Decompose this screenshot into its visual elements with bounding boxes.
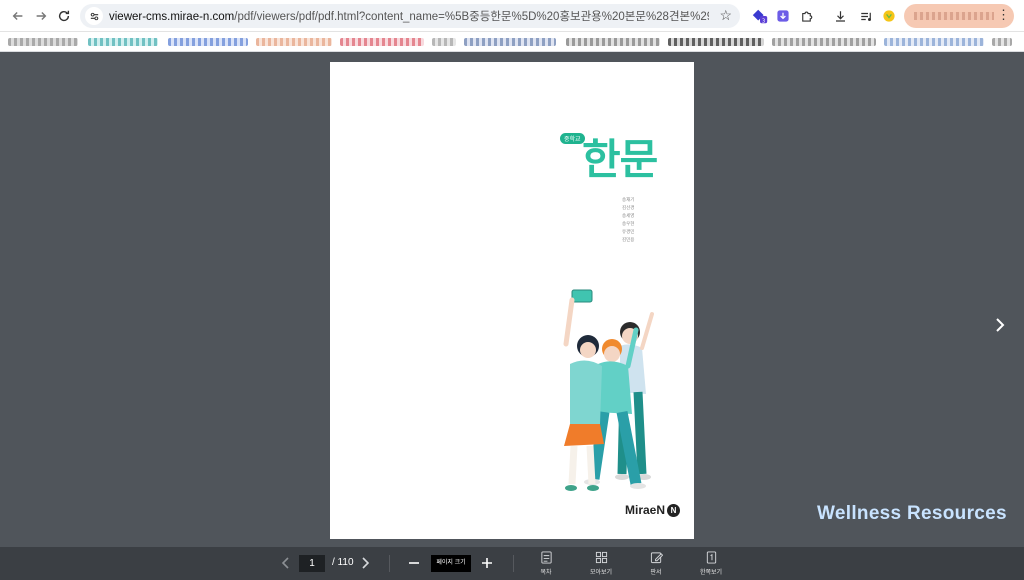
bookmark-item[interactable] bbox=[772, 38, 876, 46]
bookmark-item[interactable] bbox=[256, 38, 332, 46]
address-bar[interactable]: viewer-cms.mirae-n.com/pdf/viewers/pdf/p… bbox=[80, 4, 740, 28]
extension-yellow-icon[interactable] bbox=[879, 6, 899, 26]
back-arrow-icon[interactable] bbox=[8, 6, 28, 26]
media-controls-icon[interactable] bbox=[856, 6, 876, 26]
bookmark-item[interactable] bbox=[168, 38, 248, 46]
toc-label: 목차 bbox=[540, 570, 552, 576]
viewer-toolbar: 1 / 110 페이지 크기 목차 모아보기 판서 한쪽보기 bbox=[0, 547, 1024, 580]
site-settings-icon[interactable] bbox=[85, 7, 103, 25]
zoom-in-icon[interactable] bbox=[480, 556, 494, 570]
divider bbox=[513, 555, 514, 572]
publisher-name: MiraeN bbox=[625, 503, 666, 517]
author-name: 송우현 bbox=[622, 221, 635, 226]
cover-illustration bbox=[563, 289, 654, 491]
annotate-button[interactable]: 판서 bbox=[636, 551, 676, 576]
author-list: 송재기 김선경 송세영 송우현 유경민 김민용 bbox=[622, 196, 634, 244]
menu-dots-icon[interactable]: ⋮ bbox=[997, 7, 1010, 23]
bookmark-item[interactable] bbox=[992, 38, 1012, 46]
author-name: 김선경 bbox=[622, 205, 635, 210]
grid-icon bbox=[595, 551, 607, 564]
total-pages: / 110 bbox=[332, 557, 354, 568]
extension-download-icon[interactable] bbox=[773, 6, 793, 26]
single-page-label: 한쪽보기 bbox=[699, 570, 723, 576]
downloads-icon[interactable] bbox=[830, 6, 850, 26]
single-page-button[interactable]: 한쪽보기 bbox=[691, 551, 731, 576]
bookmark-item[interactable] bbox=[8, 38, 78, 46]
bookmark-item[interactable] bbox=[668, 38, 764, 46]
blurred-profile-name bbox=[914, 12, 994, 20]
bookmark-item[interactable] bbox=[432, 38, 456, 46]
author-name: 유경민 bbox=[622, 229, 635, 234]
toc-icon bbox=[540, 551, 552, 564]
bookmarks-bar bbox=[0, 32, 1024, 52]
extension-badge-icon[interactable]: 3 bbox=[750, 6, 770, 26]
bookmark-item[interactable] bbox=[884, 38, 984, 46]
single-page-icon bbox=[706, 551, 716, 564]
forward-arrow-icon[interactable] bbox=[31, 6, 51, 26]
thumbnails-label: 모아보기 bbox=[589, 570, 613, 576]
browser-toolbar: viewer-cms.mirae-n.com/pdf/viewers/pdf/p… bbox=[0, 0, 1024, 32]
bookmark-item[interactable] bbox=[566, 38, 660, 46]
author-name: 김민용 bbox=[622, 237, 635, 242]
svg-text:3: 3 bbox=[762, 18, 765, 24]
grade-badge: 중학교 bbox=[560, 133, 585, 144]
url-text: viewer-cms.mirae-n.com/pdf/viewers/pdf/p… bbox=[109, 11, 709, 23]
reload-icon[interactable] bbox=[54, 6, 74, 26]
annotate-label: 판서 bbox=[650, 570, 662, 576]
bookmark-star-icon[interactable]: ☆ bbox=[719, 7, 732, 24]
publisher-logo: MiraeN N bbox=[625, 503, 681, 517]
author-name: 송재기 bbox=[622, 197, 635, 202]
profile-chip[interactable]: ⋮ bbox=[904, 4, 1014, 28]
toc-button[interactable]: 목차 bbox=[526, 551, 566, 576]
thumbnails-button[interactable]: 모아보기 bbox=[581, 551, 621, 576]
publisher-mark-icon: N bbox=[667, 503, 681, 517]
bookmark-item[interactable] bbox=[88, 38, 158, 46]
bookmark-item[interactable] bbox=[340, 38, 424, 46]
pdf-page: 중학교 한문 송재기 김선경 송세영 송우현 유경민 김민용 MiraeN N bbox=[330, 62, 694, 539]
prev-page-chevron-icon[interactable] bbox=[279, 556, 293, 570]
bookmark-item[interactable] bbox=[464, 38, 556, 46]
divider bbox=[389, 555, 390, 572]
cover-title: 한문 bbox=[582, 135, 658, 184]
watermark-text: Wellness Resources bbox=[817, 503, 1007, 524]
zoom-out-icon[interactable] bbox=[407, 556, 421, 570]
zoom-select[interactable]: 페이지 크기 bbox=[431, 555, 471, 572]
pen-icon bbox=[650, 552, 663, 564]
next-page-button-icon[interactable] bbox=[358, 556, 372, 570]
next-page-chevron-icon[interactable] bbox=[992, 315, 1008, 335]
author-name: 송세영 bbox=[622, 213, 635, 218]
pdf-viewer: 중학교 한문 송재기 김선경 송세영 송우현 유경민 김민용 MiraeN N … bbox=[0, 53, 1024, 547]
extensions-puzzle-icon[interactable] bbox=[796, 6, 816, 26]
page-number-input[interactable]: 1 bbox=[299, 555, 325, 572]
